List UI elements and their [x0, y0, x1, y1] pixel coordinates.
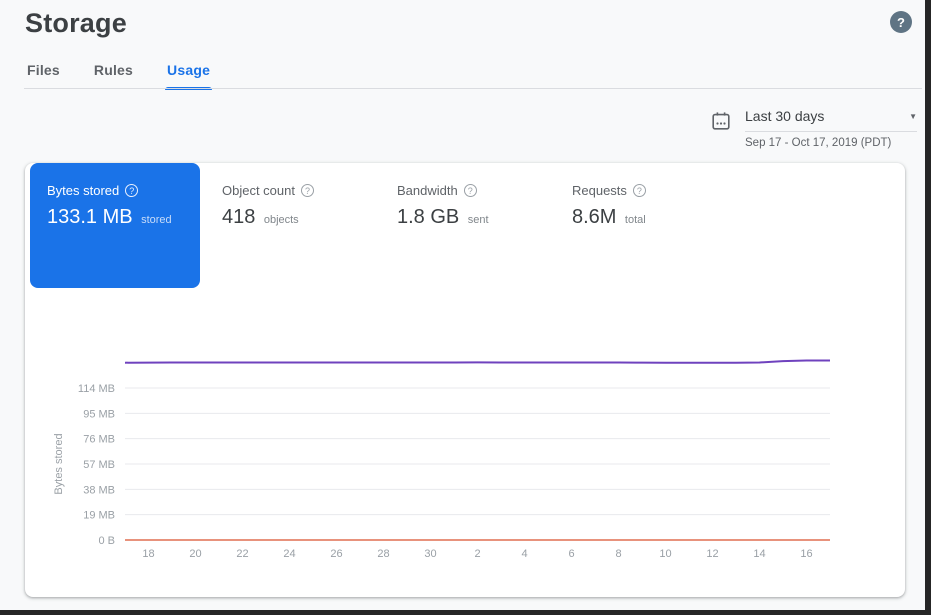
stat-label-text: Bytes stored	[47, 183, 119, 198]
x-tick-label: 14	[753, 548, 765, 560]
help-button[interactable]: ?	[890, 11, 912, 33]
stat-card-content: Bytes stored ? 133.1 MB stored	[30, 163, 200, 229]
question-mark-icon: ?	[897, 15, 905, 30]
tab-files-label: Files	[27, 62, 60, 78]
y-tick-label: 95 MB	[83, 408, 115, 420]
stat-label: Bandwidth ?	[397, 183, 550, 198]
stat-label-text: Bandwidth	[397, 183, 458, 198]
tab-files[interactable]: Files	[25, 62, 62, 89]
x-tick-label: 24	[283, 548, 295, 560]
chevron-down-icon: ▼	[909, 112, 917, 121]
date-preset-label: Last 30 days	[745, 108, 824, 124]
usage-chart: 0 B19 MB38 MB57 MB76 MB95 MB114 MB182022…	[25, 300, 905, 590]
stat-label: Object count ?	[222, 183, 375, 198]
y-tick-label: 38 MB	[83, 484, 115, 496]
tab-usage-label: Usage	[167, 62, 210, 78]
y-tick-label: 57 MB	[83, 459, 115, 471]
stat-value-row: 418 objects	[222, 206, 375, 229]
stat-unit: objects	[264, 214, 299, 226]
tab-usage[interactable]: Usage	[165, 62, 212, 89]
stat-card-object-count[interactable]: Object count ? 418 objects	[205, 163, 375, 288]
series-bytes-stored-mb	[125, 361, 830, 363]
date-range-picker[interactable]: Last 30 days ▼ Sep 17 - Oct 17, 2019 (PD…	[711, 108, 917, 149]
stat-card-content: Bandwidth ? 1.8 GB sent	[380, 163, 550, 229]
y-axis-title: Bytes stored	[53, 433, 65, 494]
stat-unit: sent	[468, 214, 489, 226]
stat-label-text: Object count	[222, 183, 295, 198]
x-tick-label: 12	[706, 548, 718, 560]
stat-label: Requests ?	[572, 183, 725, 198]
stat-value: 133.1 MB	[47, 206, 133, 228]
tab-rules[interactable]: Rules	[92, 62, 135, 89]
x-tick-label: 30	[424, 548, 436, 560]
page-title: Storage	[25, 8, 127, 39]
date-range-label: Sep 17 - Oct 17, 2019 (PDT)	[745, 137, 917, 149]
stat-card-requests[interactable]: Requests ? 8.6M total	[555, 163, 725, 288]
stat-card-content: Object count ? 418 objects	[205, 163, 375, 229]
help-circle-icon: ?	[301, 184, 314, 197]
stat-value: 1.8 GB	[397, 206, 459, 228]
y-tick-label: 76 MB	[83, 434, 115, 446]
calendar-icon	[711, 111, 731, 131]
x-tick-label: 22	[236, 548, 248, 560]
tab-rules-label: Rules	[94, 62, 133, 78]
usage-panel: Bytes stored ? 133.1 MB stored Object co…	[25, 163, 905, 597]
tab-bar: Files Rules Usage	[25, 62, 212, 89]
y-tick-label: 114 MB	[78, 383, 115, 395]
stat-label: Bytes stored ?	[47, 183, 200, 198]
x-tick-label: 2	[474, 548, 480, 560]
x-tick-label: 16	[800, 548, 812, 560]
help-circle-icon: ?	[464, 184, 477, 197]
stat-value-row: 8.6M total	[572, 206, 725, 229]
help-circle-icon: ?	[125, 184, 138, 197]
x-tick-label: 8	[615, 548, 621, 560]
stat-value-row: 133.1 MB stored	[47, 206, 200, 229]
stat-unit: stored	[141, 214, 172, 226]
stat-value: 8.6M	[572, 206, 616, 228]
x-tick-label: 6	[568, 548, 574, 560]
stat-card-bytes-stored[interactable]: Bytes stored ? 133.1 MB stored	[30, 163, 200, 288]
x-tick-label: 20	[189, 548, 201, 560]
x-tick-label: 28	[377, 548, 389, 560]
x-tick-label: 26	[330, 548, 342, 560]
help-circle-icon: ?	[633, 184, 646, 197]
x-tick-label: 18	[142, 548, 154, 560]
y-tick-label: 0 B	[98, 535, 115, 547]
storage-usage-page: Storage ? Files Rules Usage Last 30 days…	[0, 0, 931, 615]
usage-chart-svg: 0 B19 MB38 MB57 MB76 MB95 MB114 MB182022…	[25, 300, 905, 590]
tabs-divider	[24, 88, 922, 89]
stat-card-bandwidth[interactable]: Bandwidth ? 1.8 GB sent	[380, 163, 550, 288]
date-picker-text: Last 30 days ▼ Sep 17 - Oct 17, 2019 (PD…	[745, 108, 917, 149]
stat-value: 418	[222, 206, 255, 228]
stat-unit: total	[625, 214, 646, 226]
stat-card-content: Requests ? 8.6M total	[555, 163, 725, 229]
date-preset-row: Last 30 days ▼	[745, 108, 917, 132]
x-tick-label: 10	[659, 548, 671, 560]
y-tick-label: 19 MB	[83, 510, 115, 522]
stat-label-text: Requests	[572, 183, 627, 198]
x-tick-label: 4	[521, 548, 527, 560]
stat-value-row: 1.8 GB sent	[397, 206, 550, 229]
